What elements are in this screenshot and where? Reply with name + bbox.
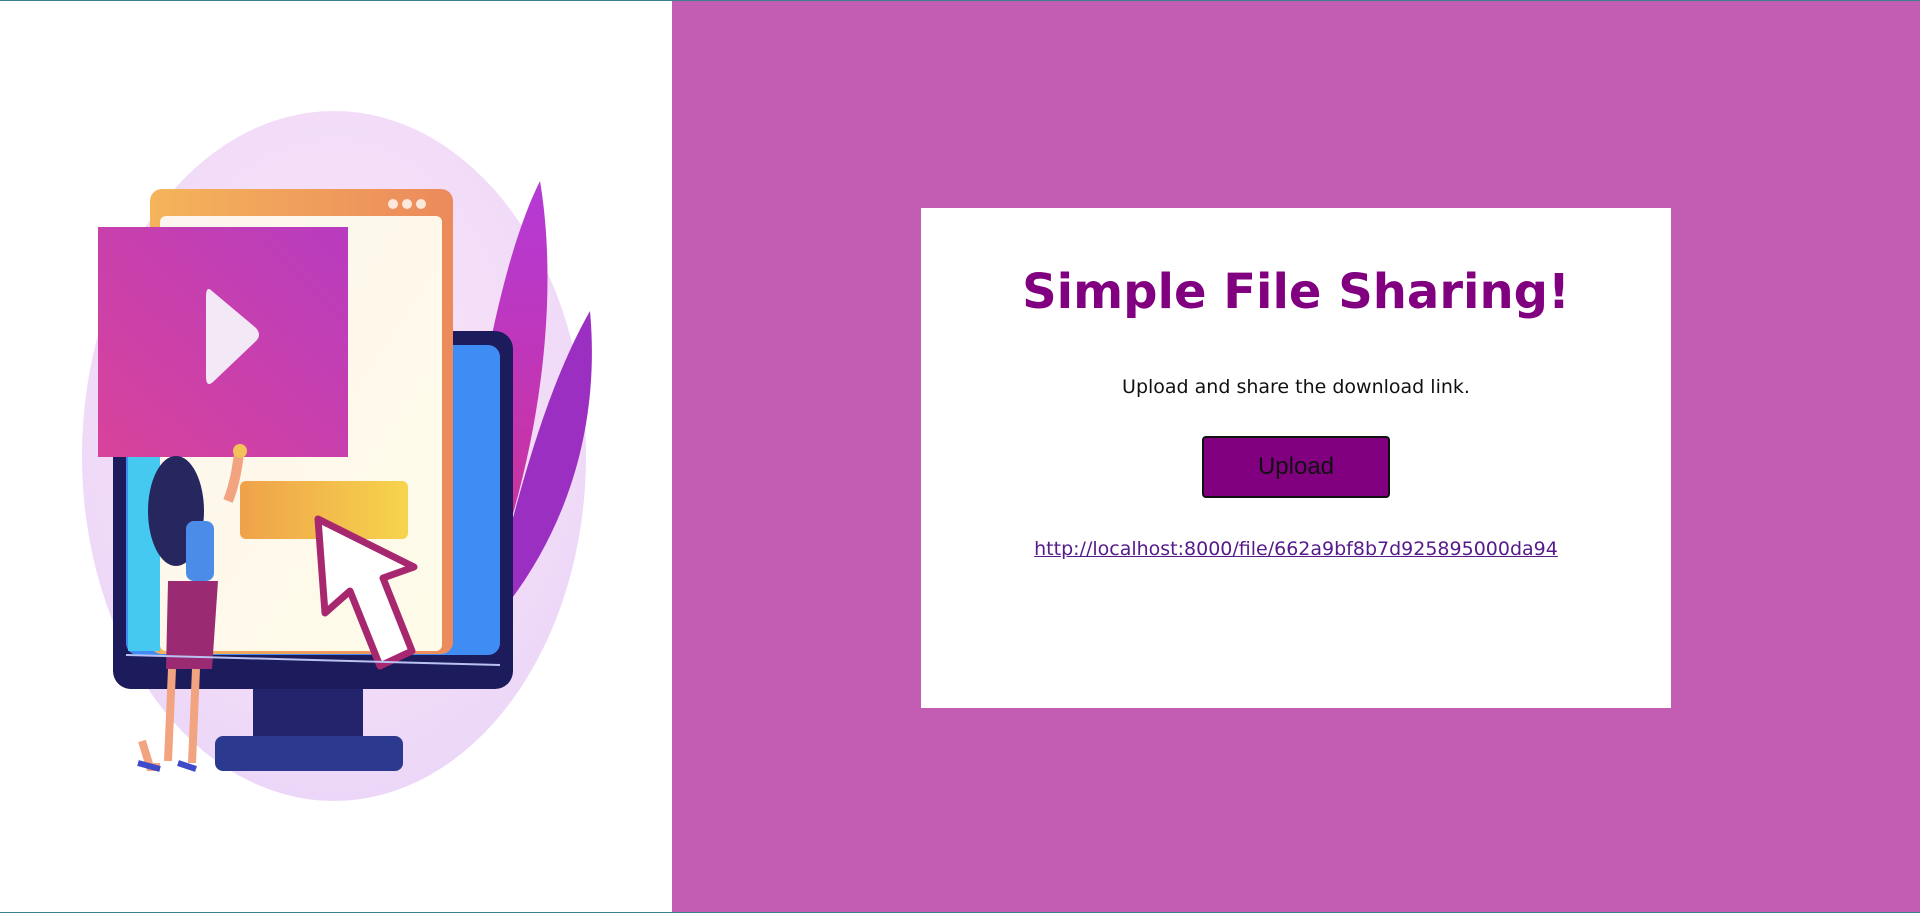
monitor-neck	[253, 689, 363, 741]
page-title: Simple File Sharing!	[1022, 264, 1570, 320]
window-dot	[416, 199, 426, 209]
page: Simple File Sharing! Upload and share th…	[0, 0, 1920, 913]
upload-card: Simple File Sharing! Upload and share th…	[921, 208, 1671, 708]
download-link[interactable]: http://localhost:8000/file/662a9bf8b7d92…	[921, 538, 1671, 560]
upload-instructions: Upload and share the download link.	[1122, 376, 1470, 398]
upload-button[interactable]: Upload	[1202, 436, 1390, 498]
main-panel: Simple File Sharing! Upload and share th…	[672, 1, 1920, 912]
monitor-stand	[215, 736, 403, 771]
file-sharing-illustration	[82, 111, 592, 801]
window-dot	[402, 199, 412, 209]
window-dot	[388, 199, 398, 209]
illustration-panel	[0, 1, 672, 912]
